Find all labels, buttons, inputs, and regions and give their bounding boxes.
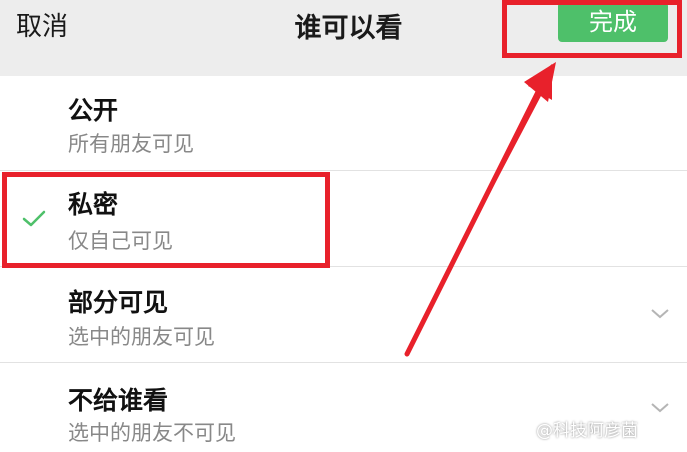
nav-header: 取消 谁可以看 完成 — [0, 0, 687, 76]
chevron-down-icon — [651, 309, 669, 319]
option-title: 部分可见 — [68, 288, 169, 317]
option-title: 私密 — [68, 190, 119, 219]
option-private[interactable]: 私密 仅自己可见 — [0, 171, 687, 265]
option-subtitle: 仅自己可见 — [68, 229, 173, 253]
check-icon — [22, 210, 46, 227]
option-title: 不给谁看 — [68, 386, 169, 415]
option-subtitle: 选中的朋友不可见 — [68, 421, 236, 445]
option-subtitle: 选中的朋友可见 — [68, 325, 215, 349]
watermark: @科技阿彦菌 — [536, 421, 638, 441]
option-subtitle: 所有朋友可见 — [68, 132, 194, 156]
done-button[interactable]: 完成 — [558, 2, 668, 42]
option-public[interactable]: 公开 所有朋友可见 — [0, 76, 687, 170]
chevron-down-icon — [651, 403, 669, 413]
option-title: 公开 — [68, 96, 119, 125]
option-partial[interactable]: 部分可见 选中的朋友可见 — [0, 267, 687, 361]
